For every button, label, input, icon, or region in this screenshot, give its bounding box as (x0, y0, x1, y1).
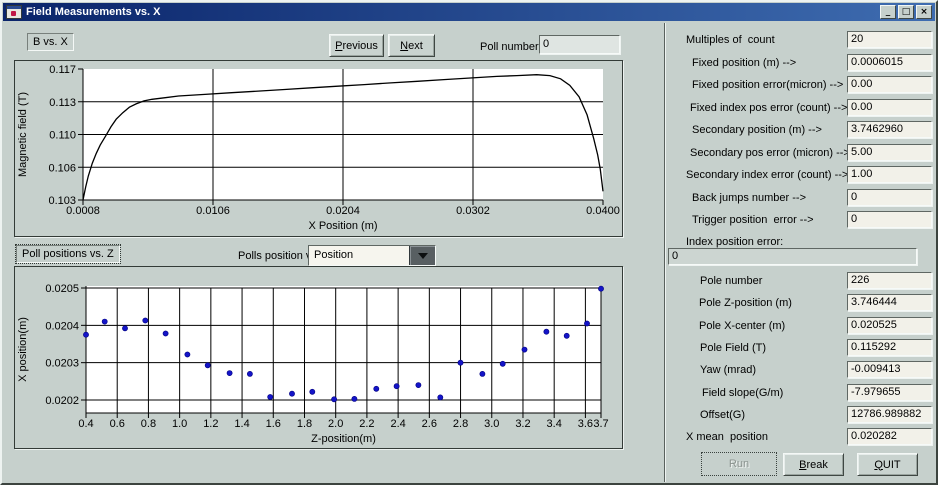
title-bar: Field Measurements vs. X _ □ × (3, 3, 935, 21)
svg-text:3.0: 3.0 (484, 418, 499, 430)
svg-text:1.8: 1.8 (297, 418, 312, 430)
panel-row-label: Trigger position error --> (692, 214, 814, 226)
b-vs-x-label: B vs. X (27, 33, 74, 51)
svg-text:0.110: 0.110 (49, 130, 76, 142)
panel-row-label: Secondary pos error (micron) --> (690, 147, 850, 159)
svg-text:3.4: 3.4 (547, 418, 562, 430)
panel-row-field[interactable]: 3.746444 (847, 294, 932, 311)
svg-text:3.6: 3.6 (578, 418, 593, 430)
svg-text:2.6: 2.6 (422, 418, 437, 430)
panel-row-label: Fixed index pos error (count) --> (690, 102, 847, 114)
app-window: Field Measurements vs. X _ □ × B vs. X P… (0, 0, 938, 485)
poll-positions-plot: 0.0202 0.0203 0.0204 0.0205 0.4 0.6 0.8 1.0 1.2 1… (15, 267, 620, 446)
maximize-icon[interactable]: □ (898, 5, 914, 19)
svg-text:0.8: 0.8 (141, 418, 156, 430)
field-vs-x-chart: 0.1030.1060.1100.1130.1170.00080.01060.0… (14, 60, 623, 237)
poll-number-field[interactable]: 0 (539, 35, 620, 54)
svg-text:X Position (m): X Position (m) (308, 220, 377, 232)
app-icon (6, 5, 22, 19)
svg-text:Magnetic field (T): Magnetic field (T) (17, 92, 29, 177)
panel-row-field[interactable]: 0 (847, 211, 932, 228)
poll-positions-label: Poll positions vs. Z (16, 245, 120, 263)
panel-row-label: Field slope(G/m) (702, 387, 783, 399)
break-button[interactable]: Break (783, 453, 844, 476)
previous-button[interactable]: Previous (329, 34, 384, 57)
panel-row-field[interactable]: 12786.989882 (847, 406, 932, 423)
svg-text:0.113: 0.113 (49, 97, 76, 109)
panel-row-label: Pole Z-position (m) (699, 297, 792, 309)
panel-row-label: Yaw (mrad) (700, 364, 756, 376)
panel-row-label: Multiples of count (686, 34, 775, 46)
index-position-error-label: Index position error: (686, 236, 783, 248)
panel-row-field[interactable]: 0.115292 (847, 339, 932, 356)
svg-text:Z-position(m): Z-position(m) (311, 433, 376, 445)
minimize-icon[interactable]: _ (880, 5, 896, 19)
close-icon[interactable]: × (916, 5, 932, 19)
panel-row-label: Offset(G) (700, 409, 745, 421)
poll-number-label: Poll number (480, 41, 539, 53)
svg-text:0.4: 0.4 (78, 418, 93, 430)
panel-row-field[interactable]: 0 (847, 189, 932, 206)
panel-row-label: Secondary position (m) --> (692, 124, 822, 136)
svg-text:0.0400: 0.0400 (586, 205, 620, 217)
panel-row-label: Secondary index error (count) --> (686, 169, 848, 181)
poll-positions-chart: 0.0202 0.0203 0.0204 0.0205 0.4 0.6 0.8 1.0 1.2 1… (14, 266, 623, 449)
panel-row-field[interactable]: 0.0006015 (847, 54, 932, 71)
chevron-down-icon[interactable] (409, 246, 435, 265)
svg-text:0.0203: 0.0203 (45, 358, 79, 370)
panel-row-label: Pole Field (T) (700, 342, 766, 354)
panel-row-field[interactable]: 5.00 (847, 144, 932, 161)
svg-text:0.0202: 0.0202 (45, 395, 79, 407)
run-button[interactable]: Run (701, 452, 777, 476)
panel-row-field[interactable]: 0.020282 (847, 428, 932, 445)
svg-text:3.2: 3.2 (515, 418, 530, 430)
panel-row-label: Pole X-center (m) (699, 320, 785, 332)
index-position-error-field[interactable]: 0 (668, 248, 917, 265)
panel-row-field[interactable]: 0.020525 (847, 317, 932, 334)
dropdown-selected-value: Position (314, 249, 353, 261)
svg-text:0.0204: 0.0204 (45, 320, 79, 332)
svg-text:2.4: 2.4 (390, 418, 405, 430)
panel-divider (664, 23, 666, 482)
svg-text:0.0302: 0.0302 (456, 205, 490, 217)
svg-text:0.117: 0.117 (49, 64, 76, 76)
svg-text:2.0: 2.0 (328, 418, 343, 430)
svg-text:0.0106: 0.0106 (196, 205, 230, 217)
svg-text:0.0205: 0.0205 (45, 283, 79, 295)
svg-text:2.8: 2.8 (453, 418, 468, 430)
svg-text:3.7: 3.7 (593, 418, 608, 430)
window-controls: _ □ × (880, 5, 932, 19)
panel-row-label: Fixed position (m) --> (692, 57, 796, 69)
svg-text:0.106: 0.106 (48, 162, 76, 174)
quit-button[interactable]: QUIT (857, 453, 918, 476)
svg-text:1.4: 1.4 (234, 418, 249, 430)
polls-position-view-dropdown[interactable]: Position (308, 245, 436, 266)
panel-row-label: X mean position (686, 431, 768, 443)
panel-row-field[interactable]: -0.009413 (847, 361, 932, 378)
panel-row-field[interactable]: -7.979655 (847, 384, 932, 401)
panel-row-label: Fixed position error(micron) --> (692, 79, 843, 91)
svg-text:1.0: 1.0 (172, 418, 187, 430)
svg-text:0.6: 0.6 (110, 418, 125, 430)
panel-row-field[interactable]: 1.00 (847, 166, 932, 183)
svg-text:0.0204: 0.0204 (326, 205, 360, 217)
svg-text:0.0008: 0.0008 (66, 205, 100, 217)
panel-row-field[interactable]: 20 (847, 31, 932, 48)
svg-text:1.6: 1.6 (266, 418, 281, 430)
svg-text:2.2: 2.2 (359, 418, 374, 430)
panel-row-label: Back jumps number --> (692, 192, 806, 204)
svg-text:1.2: 1.2 (203, 418, 218, 430)
panel-row-field[interactable]: 0.00 (847, 99, 932, 116)
field-vs-x-plot: 0.1030.1060.1100.1130.1170.00080.01060.0… (15, 61, 620, 234)
next-button[interactable]: Next (388, 34, 435, 57)
panel-row-field[interactable]: 0.00 (847, 76, 932, 93)
svg-text:X position(m): X position(m) (17, 317, 29, 382)
window-title: Field Measurements vs. X (26, 6, 876, 18)
panel-row-label: Pole number (700, 275, 762, 287)
panel-row-field[interactable]: 3.7462960 (847, 121, 932, 138)
panel-row-field[interactable]: 226 (847, 272, 932, 289)
